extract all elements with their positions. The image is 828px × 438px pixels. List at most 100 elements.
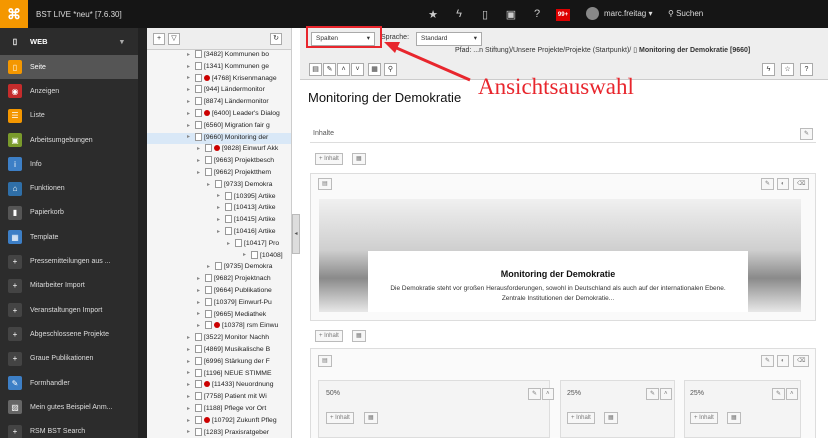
workspace-icon[interactable]: ▣: [498, 8, 524, 21]
add-content-button[interactable]: + Inhalt: [315, 153, 343, 165]
chevron-down-icon[interactable]: ▾: [120, 37, 124, 46]
tree-node[interactable]: ▸ [11433] Neuordnung: [147, 380, 291, 392]
edit-icon[interactable]: ✎: [761, 355, 775, 367]
expand-icon[interactable]: ▸: [197, 310, 205, 317]
tree-node[interactable]: ▸ [9682] Projektnach: [147, 274, 291, 286]
toggle-icon[interactable]: ◐: [777, 178, 789, 190]
flash-icon[interactable]: ϟ: [762, 63, 775, 76]
search-button[interactable]: ⚲ Suchen: [668, 9, 703, 18]
move-down-icon[interactable]: ˅: [351, 63, 364, 76]
tree-node[interactable]: ▸ [4869] Musikalische B: [147, 344, 291, 357]
language-select[interactable]: Standard ▾: [416, 32, 482, 46]
tree-node[interactable]: ▸ [6996] Stärkung der F: [147, 356, 291, 369]
tree-node[interactable]: ▸ [10408]: [147, 250, 291, 263]
tree-node[interactable]: ▸ [1341] Kommunen ge: [147, 61, 291, 74]
search-icon[interactable]: ⚲: [384, 63, 397, 76]
paste-icon[interactable]: ▦: [727, 412, 741, 424]
module-item[interactable]: ▦ Template: [0, 225, 138, 249]
user-menu[interactable]: marc.freitag ▾: [586, 7, 652, 20]
tree-node[interactable]: ▸ [3522] Monitor Nachh: [147, 333, 291, 345]
expand-icon[interactable]: ▸: [187, 63, 195, 70]
bookmark-icon[interactable]: ★: [420, 8, 446, 21]
add-content-button[interactable]: + Inhalt: [315, 330, 343, 342]
expand-icon[interactable]: ▸: [187, 369, 195, 376]
expand-icon[interactable]: ▸: [187, 358, 195, 365]
expand-icon[interactable]: ▸: [217, 204, 225, 211]
module-item[interactable]: ⌂ Funktionen: [0, 176, 138, 200]
expand-icon[interactable]: ▸: [187, 122, 195, 129]
collapse-icon[interactable]: ˄: [786, 388, 798, 400]
tree-node[interactable]: ▸ [3482] Kommunen bo: [147, 50, 291, 62]
expand-icon[interactable]: ▸: [197, 169, 205, 176]
tree-node[interactable]: ▸ [6400] Leader's Dialog: [147, 108, 291, 121]
expand-icon[interactable]: ▸: [197, 299, 205, 306]
view-icon[interactable]: ▤: [309, 63, 322, 76]
add-content-button[interactable]: + Inhalt: [690, 412, 718, 424]
expand-icon[interactable]: ▸: [187, 428, 195, 435]
tree-node[interactable]: ▸ [1188] Pflege vor Ort: [147, 403, 291, 416]
edit-column-icon[interactable]: ✎: [646, 388, 660, 400]
edit-column-icon[interactable]: ✎: [800, 128, 814, 140]
expand-icon[interactable]: ▸: [217, 192, 225, 199]
paste-icon[interactable]: ▦: [352, 153, 366, 165]
typo3-logo[interactable]: ⌘: [0, 0, 28, 28]
tree-node[interactable]: ▸ [9735] Demokra: [147, 262, 291, 274]
module-item[interactable]: ✎ Formhandler: [0, 371, 138, 395]
module-item[interactable]: + Pressemitteilungen aus ...: [0, 249, 138, 273]
expand-icon[interactable]: ▸: [217, 228, 225, 235]
tree-node[interactable]: ▸ [10417] Pro: [147, 238, 291, 251]
expand-icon[interactable]: ▸: [187, 74, 195, 81]
expand-icon[interactable]: ▸: [187, 98, 195, 105]
module-item[interactable]: ▣ Arbeitsumgebungen: [0, 128, 138, 152]
refresh-icon[interactable]: ↻: [270, 32, 282, 45]
tree-node[interactable]: ▸ [8874] Ländermonitor: [147, 97, 291, 109]
expand-icon[interactable]: ▸: [187, 133, 195, 140]
expand-icon[interactable]: ▸: [187, 51, 195, 58]
paste-icon[interactable]: ▦: [604, 412, 618, 424]
add-content-button[interactable]: + Inhalt: [567, 412, 595, 424]
expand-icon[interactable]: ▸: [227, 240, 235, 247]
tree-node[interactable]: ▸ [9660] Monitoring der: [147, 132, 291, 145]
notifications-icon[interactable]: 99+: [550, 7, 576, 21]
module-item[interactable]: ▨ Mein gutes Beispiel Anm...: [0, 395, 138, 419]
tree-node[interactable]: ▸ [9663] Projektbesch: [147, 156, 291, 168]
edit-icon[interactable]: ✎: [323, 63, 336, 76]
edit-column-icon[interactable]: ✎: [772, 388, 786, 400]
expand-icon[interactable]: ▸: [207, 263, 215, 270]
expand-icon[interactable]: ▸: [197, 145, 205, 152]
module-item[interactable]: ▮ Papierkorb: [0, 201, 138, 225]
flash-icon[interactable]: ϟ: [446, 8, 472, 20]
move-up-icon[interactable]: ˄: [337, 63, 350, 76]
breadcrumb-current[interactable]: Monitoring der Demokratie [9660]: [639, 47, 750, 54]
tree-node[interactable]: ▸ [9665] Mediathek: [147, 309, 291, 322]
help-icon[interactable]: ?: [800, 63, 813, 76]
collapse-icon[interactable]: ˄: [660, 388, 672, 400]
expand-icon[interactable]: ▸: [197, 322, 205, 329]
tree-node[interactable]: ▸ [10415] Artike: [147, 215, 291, 227]
tree-node[interactable]: ▸ [9733] Demokra: [147, 179, 291, 192]
toggle-icon[interactable]: ◐: [777, 355, 789, 367]
module-item[interactable]: ▯ Seite: [0, 55, 138, 80]
module-item[interactable]: ◉ Anzeigen: [0, 79, 138, 103]
tree-node[interactable]: ▸ [7758] Patient mit Wi: [147, 392, 291, 404]
tree-node[interactable]: ▸ [10792] Zukunft Pfleg: [147, 415, 291, 428]
module-item[interactable]: + Veranstaltungen Import: [0, 298, 138, 322]
expand-icon[interactable]: ▸: [187, 110, 195, 117]
help-icon[interactable]: ?: [524, 8, 550, 20]
tree-node[interactable]: ▸ [9664] Publikatione: [147, 285, 291, 298]
module-item[interactable]: + Graue Publikationen: [0, 347, 138, 371]
document-icon[interactable]: ▯: [472, 8, 498, 21]
tree-node[interactable]: ▸ [10413] Artike: [147, 203, 291, 215]
tree-node[interactable]: ▸ [6560] Migration fair g: [147, 120, 291, 133]
expand-icon[interactable]: ▸: [187, 405, 195, 412]
module-item[interactable]: i Info: [0, 152, 138, 176]
expand-icon[interactable]: ▸: [187, 334, 195, 341]
filter-icon[interactable]: ▽: [168, 32, 180, 45]
expand-icon[interactable]: ▸: [187, 417, 195, 424]
collapse-icon[interactable]: ˄: [542, 388, 554, 400]
expand-icon[interactable]: ▸: [197, 287, 205, 294]
tree-node[interactable]: ▸ [4768] Krisenmanage: [147, 73, 291, 86]
tree-node[interactable]: ▸ [1196] NEUE STIMME: [147, 368, 291, 381]
tree-node[interactable]: ▸ [10378] rsm Einwu: [147, 321, 291, 333]
expand-icon[interactable]: ▸: [243, 251, 251, 258]
